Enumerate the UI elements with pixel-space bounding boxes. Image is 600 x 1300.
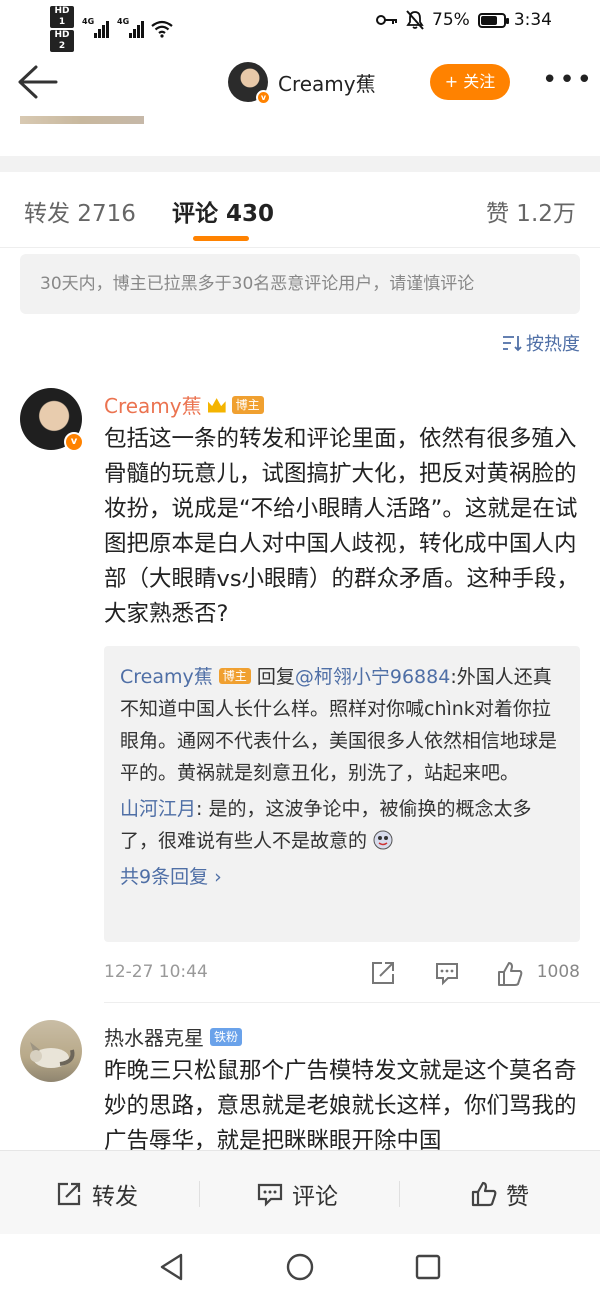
battery-fill xyxy=(480,15,498,25)
reply-prefix: 回复 xyxy=(256,666,295,688)
fan-badge: 铁粉 xyxy=(210,1027,243,1046)
comment-author-name[interactable]: Creamy蕉 xyxy=(104,390,202,419)
sort-icon xyxy=(503,336,522,352)
wifi-icon xyxy=(151,20,173,38)
tab-repost[interactable]: 转发 2716 xyxy=(24,194,136,228)
network-type-label: 4G xyxy=(82,17,95,26)
repost-button[interactable]: 转发 xyxy=(56,1177,138,1211)
network-type-label: 4G xyxy=(117,17,130,26)
signal-icon: 4G xyxy=(117,17,144,38)
comment-label: 评论 xyxy=(292,1184,338,1210)
comment-icon[interactable] xyxy=(434,960,460,986)
verified-badge-icon: v xyxy=(64,432,84,452)
comment-button[interactable]: 评论 xyxy=(256,1177,338,1211)
comment-notice: 30天内，博主已拉黑多于30名恶意评论用户，请谨慎评论 xyxy=(20,254,580,314)
verified-badge-icon: v xyxy=(256,90,271,105)
reply-preview[interactable]: Creamy蕉 博主 回复@柯翎小宁96884:外国人还真不知道中国人长什么样。… xyxy=(104,646,580,942)
reply-item: Creamy蕉 博主 回复@柯翎小宁96884:外国人还真不知道中国人长什么样。… xyxy=(120,660,564,789)
back-arrow-icon[interactable] xyxy=(16,62,60,102)
fox-avatar-icon xyxy=(30,1042,75,1068)
top-bar: v Creamy蕉 + 关注 ••• xyxy=(0,50,600,116)
post-image-edge xyxy=(20,116,144,124)
nav-back-icon[interactable] xyxy=(158,1252,186,1282)
comment-icon xyxy=(257,1183,283,1207)
owner-badge: 博主 xyxy=(218,668,251,684)
action-separator xyxy=(199,1181,200,1207)
owner-badge: 博主 xyxy=(231,395,264,414)
like-button[interactable]: 赞 xyxy=(470,1177,529,1211)
comment-text: 昨晚三只松鼠那个广告模特发文就是这个莫名奇妙的思路，意思就是老娘就长这样，你们骂… xyxy=(104,1058,577,1150)
follow-button[interactable]: + 关注 xyxy=(430,64,510,100)
avatar[interactable] xyxy=(20,1020,82,1082)
hd2-indicator: HD 2 xyxy=(50,30,74,52)
sim-indicators: HD 1 HD 2 xyxy=(50,6,74,52)
like-count: 1008 xyxy=(536,962,580,982)
nav-recents-icon[interactable] xyxy=(414,1253,442,1281)
reply-author[interactable]: Creamy蕉 xyxy=(120,666,213,688)
battery-icon xyxy=(477,12,509,28)
comment-author-name[interactable]: 热水器克星 xyxy=(104,1022,204,1051)
like-label: 赞 xyxy=(506,1184,529,1210)
tab-comment[interactable]: 评论 430 xyxy=(172,194,274,228)
share-icon xyxy=(57,1182,81,1206)
like-icon xyxy=(471,1181,497,1207)
avatar[interactable]: v xyxy=(20,388,84,452)
sort-button[interactable]: 按热度 xyxy=(502,330,580,356)
nav-home-icon[interactable] xyxy=(285,1252,315,1282)
author-name[interactable]: Creamy蕉 xyxy=(278,68,376,97)
comment-divider xyxy=(104,1002,600,1003)
author-header[interactable]: v Creamy蕉 xyxy=(228,62,376,105)
signal-icon: 4G xyxy=(82,17,109,38)
reply-item: 山河江月: 是的，这波争论中，被偷换的概念太多了，很难说有些人不是故意的 xyxy=(120,793,564,857)
interaction-tabs: 转发 2716 评论 430 赞 1.2万 xyxy=(0,172,600,248)
hd1-indicator: HD 1 xyxy=(50,6,74,28)
comment-meta: 12-27 10:44 1008 xyxy=(104,958,580,988)
system-nav-bar xyxy=(0,1234,600,1300)
active-tab-indicator xyxy=(193,236,249,241)
tab-like[interactable]: 赞 1.2万 xyxy=(486,194,576,228)
status-right: 75% 3:34 xyxy=(376,10,552,30)
comment-time: 12-27 10:44 xyxy=(104,962,208,982)
view-all-replies-link[interactable]: 共9条回复 › xyxy=(120,861,564,893)
mute-bell-icon xyxy=(406,10,424,30)
status-left: HD 1 HD 2 4G 4G xyxy=(50,6,174,52)
crown-icon xyxy=(207,398,226,413)
share-icon[interactable] xyxy=(370,960,396,986)
status-bar: HD 1 HD 2 4G 4G 75% 3:34 xyxy=(0,0,600,52)
comment-author: 热水器克星 铁粉 xyxy=(104,1022,243,1051)
sort-label: 按热度 xyxy=(526,334,580,355)
clock: 3:34 xyxy=(513,10,552,30)
mention-link[interactable]: @柯翎小宁96884 xyxy=(295,666,450,688)
battery-percent: 75% xyxy=(432,10,470,30)
more-options-icon[interactable]: ••• xyxy=(542,67,594,93)
emoji-icon xyxy=(373,830,393,850)
avatar[interactable]: v xyxy=(228,62,271,105)
bottom-action-bar: 转发 评论 赞 xyxy=(0,1150,600,1234)
repost-label: 转发 xyxy=(92,1184,138,1210)
section-divider xyxy=(0,156,600,172)
comment-text: 包括这一条的转发和评论里面，依然有很多殖入骨髓的玩意儿，试图搞扩大化，把反对黄祸… xyxy=(104,426,580,627)
comment-author: Creamy蕉 博主 xyxy=(104,390,264,419)
key-icon xyxy=(376,15,398,25)
action-separator xyxy=(399,1181,400,1207)
reply-author[interactable]: 山河江月 xyxy=(120,798,196,820)
like-icon[interactable] xyxy=(496,960,524,988)
